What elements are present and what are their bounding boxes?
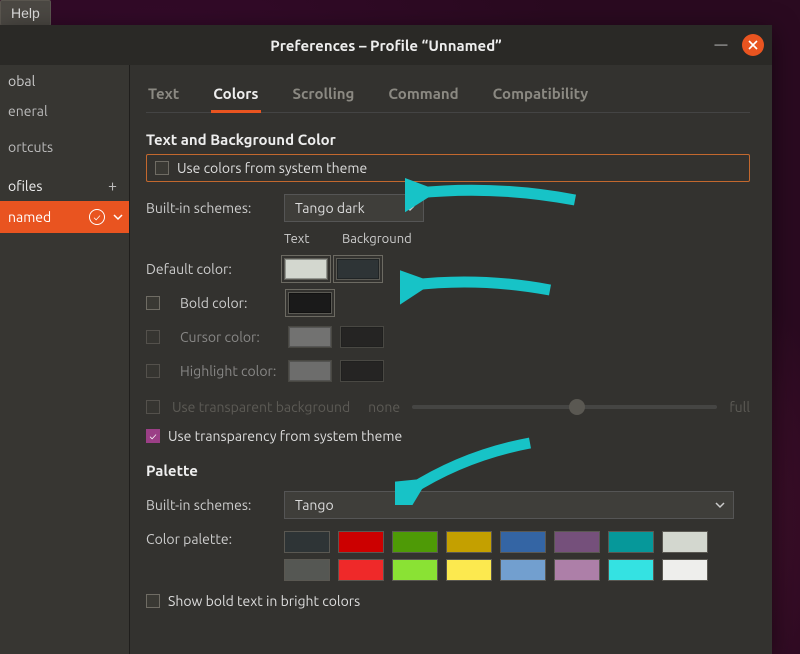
palette-swatch-0-0[interactable] — [284, 531, 330, 553]
slider-none-label: none — [368, 399, 400, 415]
tab-colors[interactable]: Colors — [211, 79, 260, 112]
palette-swatch-0-5[interactable] — [554, 531, 600, 553]
bold-color-label: Bold color: — [168, 295, 280, 311]
palette-swatch-0-1[interactable] — [338, 531, 384, 553]
tabs: Text Colors Scrolling Command Compatibil… — [146, 65, 750, 113]
builtin-scheme-value: Tango dark — [295, 200, 365, 216]
use-system-colors-row[interactable]: Use colors from system theme — [146, 154, 750, 182]
sidebar-group-global: obal — [0, 65, 129, 93]
palette-swatch-1-5[interactable] — [554, 559, 600, 581]
check-circle-icon: ✓ — [89, 209, 105, 225]
titlebar: Preferences – Profile “Unnamed” — — [0, 25, 772, 65]
palette-scheme-combo[interactable]: Tango — [284, 491, 734, 519]
cursor-bg-swatch[interactable] — [340, 326, 384, 348]
sidebar-item-shortcuts[interactable]: ortcuts — [0, 129, 129, 165]
default-text-swatch[interactable] — [284, 258, 328, 280]
default-bg-swatch[interactable] — [336, 258, 380, 280]
chevron-down-icon — [405, 200, 415, 216]
palette-swatch-0-6[interactable] — [608, 531, 654, 553]
section-text-bg-title: Text and Background Color — [146, 131, 750, 148]
builtin-scheme-combo[interactable]: Tango dark — [284, 194, 424, 222]
palette-scheme-value: Tango — [295, 497, 334, 513]
transparent-bg-label: Use transparent background — [172, 399, 350, 415]
builtin-schemes-label: Built-in schemes: — [146, 200, 276, 216]
palette-swatch-1-3[interactable] — [446, 559, 492, 581]
palette-grid — [284, 531, 708, 581]
chevron-down-icon — [715, 497, 725, 513]
col-header-background: Background — [342, 232, 412, 246]
palette-swatch-1-2[interactable] — [392, 559, 438, 581]
sidebar-profiles-header: ofiles + — [0, 165, 129, 201]
minimize-button[interactable]: — — [710, 34, 732, 56]
col-header-text: Text — [284, 232, 332, 246]
cursor-color-label: Cursor color: — [168, 329, 280, 345]
help-menu-button[interactable]: Help — [0, 0, 51, 26]
slider-full-label: full — [729, 399, 750, 415]
sidebar: obal eneral ortcuts ofiles + named ✓ — [0, 65, 130, 654]
palette-swatch-1-0[interactable] — [284, 559, 330, 581]
use-sys-transparency-label: Use transparency from system theme — [168, 428, 402, 444]
use-sys-transparency-checkbox[interactable]: ✓ — [146, 429, 160, 443]
sidebar-profile-unnamed[interactable]: named ✓ — [0, 201, 129, 233]
sidebar-profiles-label: ofiles — [8, 178, 42, 194]
preferences-window: Preferences – Profile “Unnamed” — obal e… — [0, 25, 772, 654]
default-color-label: Default color: — [146, 261, 276, 277]
transparency-slider[interactable] — [412, 398, 717, 416]
highlight-color-checkbox[interactable] — [146, 364, 160, 378]
bold-text-swatch[interactable] — [288, 292, 332, 314]
tab-text[interactable]: Text — [146, 79, 181, 112]
palette-swatch-1-6[interactable] — [608, 559, 654, 581]
cursor-color-checkbox[interactable] — [146, 330, 160, 344]
main-panel: Text Colors Scrolling Command Compatibil… — [130, 65, 772, 654]
palette-swatch-0-7[interactable] — [662, 531, 708, 553]
color-column-headers: Text Background — [284, 232, 750, 246]
tab-command[interactable]: Command — [386, 79, 460, 112]
window-title: Preferences – Profile “Unnamed” — [270, 37, 502, 54]
tab-compatibility[interactable]: Compatibility — [491, 79, 591, 112]
tab-scrolling[interactable]: Scrolling — [291, 79, 357, 112]
highlight-bg-swatch[interactable] — [340, 360, 384, 382]
palette-builtin-schemes-label: Built-in schemes: — [146, 497, 276, 513]
chevron-down-icon[interactable] — [113, 209, 123, 225]
show-bold-bright-label: Show bold text in bright colors — [168, 593, 360, 609]
color-palette-label: Color palette: — [146, 531, 276, 547]
sidebar-item-general[interactable]: eneral — [0, 93, 129, 129]
palette-swatch-1-7[interactable] — [662, 559, 708, 581]
close-button[interactable] — [742, 34, 764, 56]
use-system-colors-label: Use colors from system theme — [177, 160, 367, 176]
add-profile-button[interactable]: + — [108, 177, 121, 195]
section-palette-title: Palette — [146, 462, 750, 479]
palette-swatch-1-4[interactable] — [500, 559, 546, 581]
use-system-colors-checkbox[interactable] — [155, 161, 169, 175]
palette-swatch-1-1[interactable] — [338, 559, 384, 581]
palette-swatch-0-2[interactable] — [392, 531, 438, 553]
sidebar-profile-label: named — [8, 209, 83, 225]
highlight-text-swatch[interactable] — [288, 360, 332, 382]
palette-swatch-0-3[interactable] — [446, 531, 492, 553]
highlight-color-label: Highlight color: — [168, 363, 280, 379]
cursor-text-swatch[interactable] — [288, 326, 332, 348]
transparent-bg-checkbox[interactable] — [146, 400, 160, 414]
transparent-bg-row: Use transparent background none full — [146, 398, 750, 416]
show-bold-bright-checkbox[interactable] — [146, 594, 160, 608]
bold-color-checkbox[interactable] — [146, 296, 160, 310]
palette-swatch-0-4[interactable] — [500, 531, 546, 553]
